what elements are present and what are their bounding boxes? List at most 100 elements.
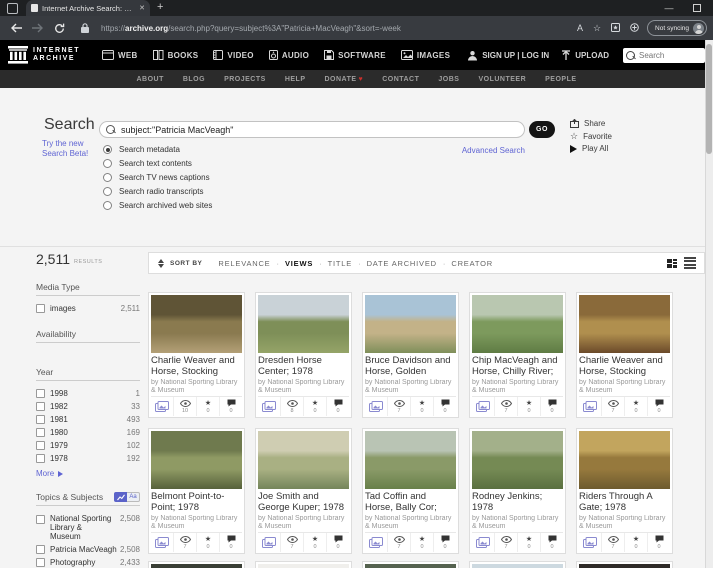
result-tile[interactable]: Riders Through A Gate; 1978 by National …: [576, 428, 673, 554]
result-title[interactable]: Charlie Weaver and Horse, Stocking Stuff…: [579, 356, 670, 377]
page-scrollbar-thumb[interactable]: [706, 44, 712, 154]
result-thumbnail[interactable]: [579, 431, 670, 489]
nav-books[interactable]: BOOKS: [152, 50, 199, 60]
nav-audio[interactable]: AUDIO: [268, 50, 309, 60]
subnav-jobs[interactable]: JOBS: [438, 76, 459, 83]
result-creator[interactable]: by National Sporting Library & Museum: [365, 379, 456, 395]
checkbox-icon[interactable]: [36, 402, 45, 411]
subnav-donate[interactable]: DONATE ♥: [324, 76, 363, 83]
radio-icon[interactable]: [103, 145, 112, 154]
search-beta-link[interactable]: Try the new Search Beta!: [42, 139, 88, 159]
result-title[interactable]: Chip MacVeagh and Horse, Chilly River; 1…: [472, 356, 563, 377]
checkbox-icon[interactable]: [36, 389, 45, 398]
result-creator[interactable]: by National Sporting Library & Museum: [472, 515, 563, 531]
result-creator[interactable]: by National Sporting Library & Museum: [258, 515, 349, 531]
nav-web[interactable]: WEB: [102, 50, 138, 60]
checkbox-icon[interactable]: [36, 558, 45, 567]
result-tile[interactable]: Tad Coffin and Horse, Bally Cor; 1978 by…: [362, 428, 459, 554]
signup-login-label[interactable]: SIGN UP | LOG IN: [482, 51, 549, 60]
maximize-button[interactable]: [684, 0, 710, 16]
result-thumbnail[interactable]: [365, 295, 456, 353]
option-search-web[interactable]: Search archived web sites: [103, 201, 212, 210]
ia-logo[interactable]: INTERNET ARCHIVE: [8, 46, 80, 64]
result-thumbnail[interactable]: [151, 295, 242, 353]
result-tile-partial[interactable]: [469, 561, 566, 568]
profile-button[interactable]: Not syncing: [647, 20, 707, 36]
result-title[interactable]: Tad Coffin and Horse, Bally Cor; 1978: [365, 492, 456, 513]
browser-tab[interactable]: Internet Archive Search: subject ✕: [26, 0, 150, 16]
collections-icon[interactable]: [611, 22, 621, 34]
main-search-box[interactable]: [99, 121, 525, 138]
new-tab-button[interactable]: +: [157, 1, 163, 13]
radio-icon[interactable]: [103, 201, 112, 210]
facet-year-1980[interactable]: 1980 169: [36, 428, 140, 437]
subnav-blog[interactable]: BLOG: [183, 76, 205, 83]
facet-images[interactable]: images 2,511: [36, 304, 140, 313]
facet-year-1978[interactable]: 1978 192: [36, 454, 140, 463]
header-search-box[interactable]: [623, 47, 705, 63]
radio-icon[interactable]: [103, 173, 112, 182]
result-tile-partial[interactable]: [255, 561, 352, 568]
result-creator[interactable]: by National Sporting Library & Museum: [579, 515, 670, 531]
result-creator[interactable]: by National Sporting Library & Museum: [365, 515, 456, 531]
facet-topic-nslm[interactable]: National Sporting Library & Museum 2,508: [36, 514, 140, 541]
checkbox-icon[interactable]: [36, 454, 45, 463]
subnav-help[interactable]: HELP: [285, 76, 306, 83]
result-thumbnail[interactable]: [365, 431, 456, 489]
sort-creator[interactable]: CREATOR: [451, 259, 493, 268]
result-thumbnail[interactable]: [472, 431, 563, 489]
result-title[interactable]: Joe Smith and George Kuper; 1978: [258, 492, 349, 513]
result-thumbnail[interactable]: [151, 431, 242, 489]
result-title[interactable]: Dresden Horse Center; 1978: [258, 356, 349, 377]
subnav-projects[interactable]: PROJECTS: [224, 76, 266, 83]
facet-year-1998[interactable]: 1998 1: [36, 389, 140, 398]
subnav-volunteer[interactable]: VOLUNTEER: [478, 76, 526, 83]
result-tile[interactable]: Chip MacVeagh and Horse, Chilly River; 1…: [469, 292, 566, 418]
subnav-about[interactable]: ABOUT: [136, 76, 163, 83]
result-creator[interactable]: by National Sporting Library & Museum: [151, 515, 242, 531]
option-search-metadata[interactable]: Search metadata: [103, 145, 212, 154]
back-icon[interactable]: [10, 23, 22, 33]
sort-title[interactable]: TITLE: [328, 259, 352, 268]
result-creator[interactable]: by National Sporting Library & Museum: [579, 379, 670, 395]
result-title[interactable]: Bruce Davidson and Horse, Golden Griffen…: [365, 356, 456, 377]
tab-close-icon[interactable]: ✕: [139, 4, 145, 12]
sort-relevance[interactable]: RELEVANCE: [218, 259, 270, 268]
url-bar[interactable]: https://archive.org/search.php?query=sub…: [101, 24, 569, 33]
checkbox-icon[interactable]: [36, 428, 45, 437]
nav-software[interactable]: SOFTWARE: [324, 50, 386, 60]
facet-year-1981[interactable]: 1981 493: [36, 415, 140, 424]
sort-date-archived[interactable]: DATE ARCHIVED: [367, 259, 437, 268]
option-search-tv[interactable]: Search TV news captions: [103, 173, 212, 182]
header-search-input[interactable]: [637, 49, 701, 61]
result-creator[interactable]: by National Sporting Library & Museum: [472, 379, 563, 395]
workspace-icon[interactable]: [7, 3, 18, 14]
go-button[interactable]: GO: [529, 121, 555, 138]
result-tile[interactable]: Belmont Point-to-Point; 1978 by National…: [148, 428, 245, 554]
result-thumbnail[interactable]: [472, 295, 563, 353]
subnav-people[interactable]: PEOPLE: [545, 76, 576, 83]
result-title[interactable]: Belmont Point-to-Point; 1978: [151, 492, 242, 513]
checkbox-icon[interactable]: [36, 415, 45, 424]
facet-year-1979[interactable]: 1979 102: [36, 441, 140, 450]
checkbox-icon[interactable]: [36, 545, 45, 554]
result-tile[interactable]: Joe Smith and George Kuper; 1978 by Nati…: [255, 428, 352, 554]
result-creator[interactable]: by National Sporting Library & Museum: [151, 379, 242, 395]
favorite-action[interactable]: ☆ Favorite: [570, 131, 612, 142]
result-tile[interactable]: Charlie Weaver and Horse, Stocking Stuff…: [148, 292, 245, 418]
nav-video[interactable]: VIDEO: [213, 50, 254, 60]
result-tile[interactable]: Charlie Weaver and Horse, Stocking Stuff…: [576, 292, 673, 418]
upload-link[interactable]: UPLOAD: [561, 49, 609, 61]
list-view-icon[interactable]: [684, 257, 696, 269]
facet-topic-photography[interactable]: Photography 2,433: [36, 558, 140, 567]
lock-icon[interactable]: [81, 23, 89, 33]
radio-icon[interactable]: [103, 159, 112, 168]
result-tile[interactable]: Bruce Davidson and Horse, Golden Griffen…: [362, 292, 459, 418]
radio-icon[interactable]: [103, 187, 112, 196]
result-tile-partial[interactable]: [576, 561, 673, 568]
checkbox-icon[interactable]: [36, 304, 45, 313]
nav-images[interactable]: IMAGES: [400, 50, 450, 60]
option-search-radio[interactable]: Search radio transcripts: [103, 187, 212, 196]
option-search-text[interactable]: Search text contents: [103, 159, 212, 168]
result-creator[interactable]: by National Sporting Library & Museum: [258, 379, 349, 395]
